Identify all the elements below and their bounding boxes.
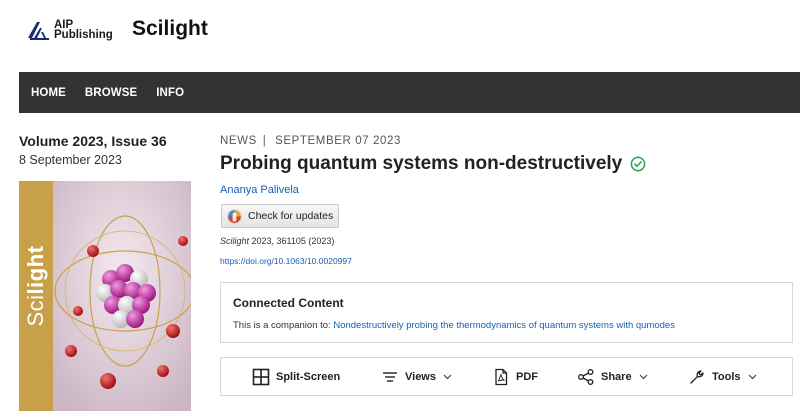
wrench-icon bbox=[690, 369, 704, 384]
aip-publishing-logo[interactable]: AIP Publishing bbox=[28, 19, 113, 41]
check-for-updates-button[interactable]: Check for updates bbox=[221, 204, 339, 228]
views-label: Views bbox=[405, 370, 436, 383]
meta-separator: | bbox=[262, 135, 267, 147]
article-date: SEPTEMBER 07 2023 bbox=[275, 135, 401, 147]
connected-content-text: This is a companion to: Nondestructively… bbox=[233, 320, 675, 331]
split-screen-icon bbox=[252, 368, 270, 385]
share-icon bbox=[578, 368, 594, 385]
pdf-icon bbox=[495, 368, 508, 385]
publisher-line-2: Publishing bbox=[54, 29, 113, 41]
issue-date: 8 September 2023 bbox=[19, 153, 122, 167]
pdf-label: PDF bbox=[516, 370, 538, 383]
connected-content-title: Connected Content bbox=[233, 296, 344, 310]
article-meta-line: NEWS | SEPTEMBER 07 2023 bbox=[220, 135, 401, 147]
citation-details: 2023, 361105 (2023) bbox=[249, 236, 335, 246]
nav-item-home[interactable]: HOME bbox=[31, 87, 66, 99]
companion-article-link[interactable]: Nondestructively probing the thermodynam… bbox=[333, 320, 675, 331]
crossmark-icon bbox=[227, 208, 242, 224]
connected-content-box: Connected Content This is a companion to… bbox=[220, 282, 793, 343]
site-header: AIP Publishing Scilight bbox=[0, 0, 800, 72]
lines-icon bbox=[383, 371, 397, 382]
aip-logo-icon bbox=[28, 22, 49, 40]
chevron-down-icon bbox=[748, 374, 756, 380]
cover-wordmark: Scilight bbox=[23, 246, 49, 327]
split-screen-button[interactable]: Split-Screen bbox=[252, 358, 340, 395]
cover-molecule-art bbox=[53, 181, 191, 411]
check-for-updates-label: Check for updates bbox=[248, 210, 334, 222]
tools-dropdown[interactable]: Tools bbox=[688, 358, 758, 395]
chevron-down-icon bbox=[443, 374, 452, 380]
companion-prefix: This is a companion to: bbox=[233, 320, 334, 331]
pdf-button[interactable]: PDF bbox=[492, 358, 538, 395]
cover-word-light: Sci bbox=[23, 294, 48, 327]
article-title-row: Probing quantum systems non-destructivel… bbox=[220, 153, 646, 175]
share-dropdown[interactable]: Share bbox=[577, 358, 649, 395]
share-label: Share bbox=[601, 370, 632, 383]
nav-item-browse[interactable]: BROWSE bbox=[85, 87, 137, 99]
author-link[interactable]: Ananya Palivela bbox=[220, 184, 299, 196]
issue-cover-image[interactable]: Scilight bbox=[19, 181, 191, 411]
chevron-down-icon bbox=[639, 374, 648, 380]
site-title[interactable]: Scilight bbox=[132, 17, 208, 41]
citation-journal: Scilight bbox=[220, 236, 250, 246]
tools-label: Tools bbox=[712, 370, 741, 383]
issue-volume[interactable]: Volume 2023, Issue 36 bbox=[19, 133, 167, 149]
article-category: NEWS bbox=[220, 135, 257, 147]
doi-link[interactable]: https://doi.org/10.1063/10.0020997 bbox=[220, 256, 352, 266]
cover-word-bold: light bbox=[23, 245, 48, 295]
views-dropdown[interactable]: Views bbox=[381, 358, 453, 395]
citation: Scilight 2023, 361105 (2023) bbox=[220, 236, 334, 246]
article-toolbar: Split-Screen Views PDF Share Tools bbox=[220, 357, 793, 396]
nav-item-info[interactable]: INFO bbox=[156, 87, 184, 99]
publisher-name: AIP Publishing bbox=[54, 19, 113, 41]
check-circle-icon bbox=[630, 156, 646, 172]
main-nav: HOME BROWSE INFO bbox=[19, 72, 800, 113]
split-screen-label: Split-Screen bbox=[276, 370, 341, 383]
article-title: Probing quantum systems non-destructivel… bbox=[220, 153, 623, 174]
